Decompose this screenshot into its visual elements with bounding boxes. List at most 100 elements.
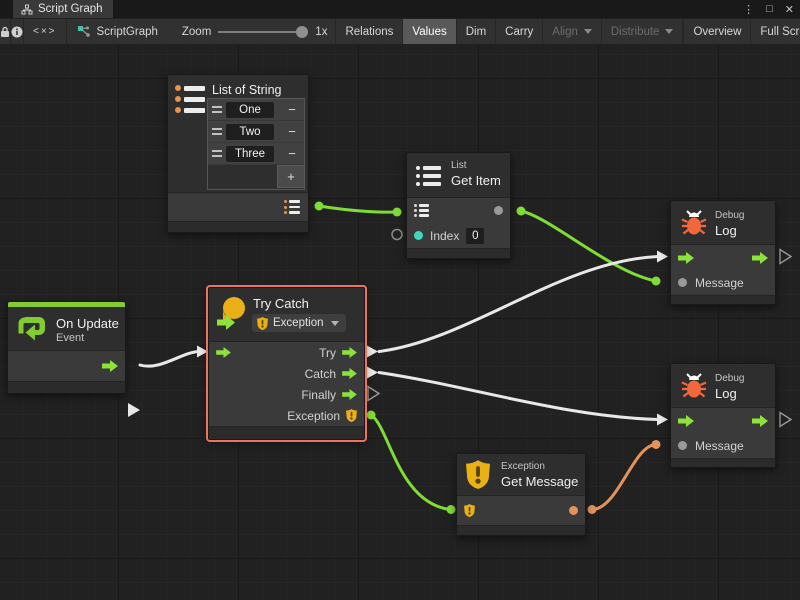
wire-exception-to-getmessage[interactable] [371,415,450,510]
list-output-port[interactable] [284,200,301,214]
node-kind: Debug [715,373,744,384]
message-input-port[interactable] [678,441,687,450]
port-dot-green[interactable] [447,505,456,514]
drag-handle-icon[interactable] [212,106,222,113]
node-title: Log [715,223,737,238]
overview-button[interactable]: Overview [683,19,751,44]
node-header: Debug Log [671,364,775,408]
zoom-slider-knob[interactable] [296,26,308,38]
tab-strip: Script Graph ⋮ □ ✕ [0,0,800,18]
port-dot-green[interactable] [517,207,526,216]
flow-out-port[interactable] [752,415,768,427]
distribute-dropdown: Distribute [602,19,684,44]
exception-out-port[interactable] [346,409,357,422]
node-title: Get Message [501,474,578,489]
item-output-port[interactable] [494,206,503,215]
node-debug-log-top[interactable]: Debug Log Message [670,200,776,305]
maximize-icon[interactable]: □ [766,3,773,15]
exception-input-port[interactable] [464,504,475,517]
exception-type-dropdown[interactable]: Exception [252,314,346,332]
port-row: Message [671,270,775,295]
message-output-port[interactable] [569,506,578,515]
flow-out-port[interactable] [102,360,118,372]
flow-out-marker-onupdate[interactable] [128,403,140,417]
warning-icon [257,317,268,330]
port-dot-orange[interactable] [588,505,597,514]
flow-in-port[interactable] [678,415,694,427]
window-controls: ⋮ □ ✕ [743,0,794,18]
try-out-port[interactable] [342,347,357,358]
zoom-value: 1x [315,26,327,38]
node-footer [671,458,775,467]
zoom-slider[interactable] [218,26,308,38]
graph-breadcrumb-label: ScriptGraph [97,26,158,38]
index-value-field[interactable]: 0 [466,228,484,244]
add-item-button[interactable]: + [278,166,304,187]
values-toggle[interactable]: Values [403,19,456,44]
info-button[interactable] [11,19,24,44]
flow-port-unconnected[interactable] [780,250,791,264]
value-port-unconnected[interactable] [392,230,402,240]
fullscreen-button[interactable]: Full Screen [751,19,800,44]
list-item-row: One − [208,99,304,121]
index-input-port[interactable] [414,231,423,240]
edit-source-button[interactable]: <×> [24,19,67,44]
script-graph-window: Script Graph ⋮ □ ✕ <×> [0,0,800,600]
close-icon[interactable]: ✕ [785,3,794,16]
node-list-of-string[interactable]: List of String One − Two − Three − [167,74,309,233]
port-dot-green[interactable] [367,411,376,420]
node-try-catch[interactable]: Try Catch Exception Try Catch F [208,287,365,440]
flow-in-port[interactable] [216,347,231,358]
dim-toggle[interactable]: Dim [457,19,496,44]
node-footer [209,426,364,439]
wire-catch-to-log[interactable] [379,373,658,420]
list-add-row: + [208,165,304,189]
port-dot-green[interactable] [652,277,661,286]
wire-try-to-log[interactable] [379,257,658,352]
wire-getmessage-to-log-message[interactable] [592,445,656,510]
message-input-port[interactable] [678,278,687,287]
flow-port-unconnected[interactable] [780,413,791,427]
port-dot-green[interactable] [315,202,324,211]
window-menu-icon[interactable]: ⋮ [743,3,754,16]
remove-item-button[interactable]: − [284,102,300,117]
finally-out-port[interactable] [342,389,357,400]
list-input-port[interactable] [414,204,430,217]
graph-toolbar: <×> ScriptGraph Zoom 1x Relations Values… [0,18,800,45]
relations-toggle[interactable]: Relations [335,19,403,44]
node-get-item[interactable]: List Get Item Index 0 [406,152,511,259]
tab-script-graph[interactable]: Script Graph [13,0,113,18]
port-dot-orange[interactable] [652,440,661,449]
flow-out-port[interactable] [752,252,768,264]
finally-label: Finally [301,388,336,402]
exception-label: Exception [287,409,340,423]
flow-in-port[interactable] [678,252,694,264]
remove-item-button[interactable]: − [284,146,300,161]
list-item-field[interactable]: One [226,102,274,118]
string-list-editor: One − Two − Three − + [208,99,304,189]
drag-handle-icon[interactable] [212,128,222,135]
remove-item-button[interactable]: − [284,124,300,139]
list-item-field[interactable]: Three [226,146,274,162]
carry-toggle[interactable]: Carry [496,19,543,44]
node-on-update[interactable]: On Update Event [7,301,126,394]
lock-button[interactable] [0,19,11,44]
flow-row: Catch [209,363,364,384]
port-row: Index 0 [407,223,510,248]
wire-list-to-getitem[interactable] [319,206,397,212]
catch-out-port[interactable] [342,368,357,379]
drag-handle-icon[interactable] [212,150,222,157]
node-debug-log-bottom[interactable]: Debug Log Message [670,363,776,468]
node-header: Try Catch Exception [209,288,364,342]
graph-breadcrumb[interactable]: ScriptGraph [67,19,168,44]
node-get-message[interactable]: Exception Get Message [456,453,586,536]
zoom-label: Zoom [182,26,211,38]
flow-out-marker-catch[interactable] [366,366,378,379]
port-dot-green[interactable] [393,208,402,217]
port-row: Exception [209,405,364,426]
list-item-field[interactable]: Two [226,124,274,140]
wire-update-to-trycatch[interactable] [140,352,199,367]
port-row [407,198,510,223]
flow-port-finally-unconnected[interactable] [368,387,379,401]
flow-out-marker-try[interactable] [366,345,378,358]
